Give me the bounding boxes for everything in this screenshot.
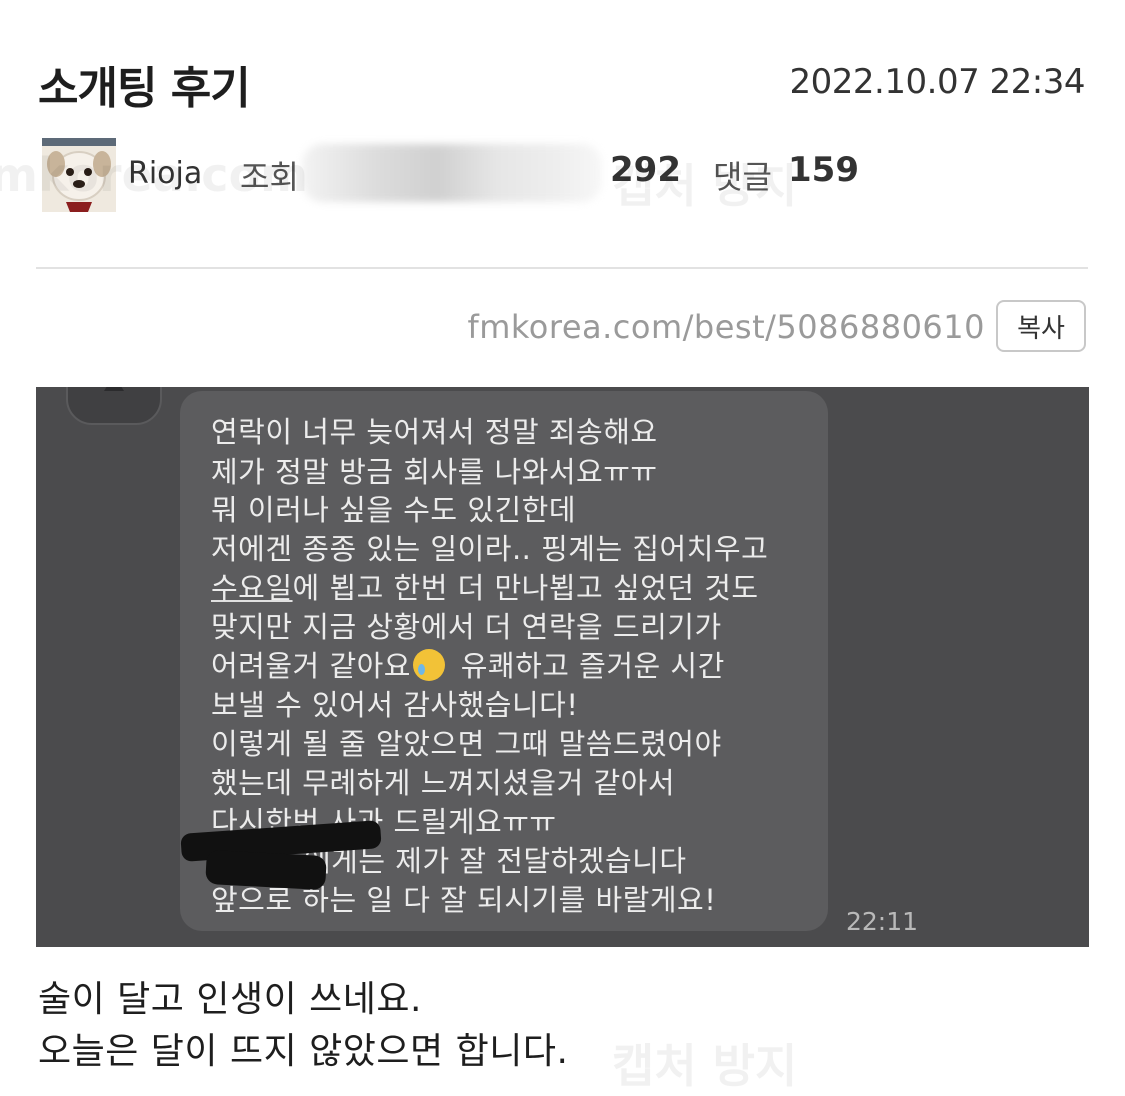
- chat-line: 제가 정말 방금 회사를 나와서요ㅠㅠ: [211, 455, 658, 489]
- chat-line: 뭐 이러나 싶을 수도 있긴한데: [211, 493, 577, 527]
- chat-line: 어려울거 같아요 유쾌하고 즐거운 시간: [211, 643, 725, 685]
- underlined-word: 수요일: [211, 571, 293, 605]
- blurred-region: [302, 144, 602, 202]
- chat-line: 수요일에 뵙고 한번 더 만나뵙고 싶었던 것도: [211, 565, 759, 607]
- chat-line-part: 유쾌하고 즐거운 시간: [460, 649, 725, 683]
- copy-button[interactable]: 복사: [996, 300, 1086, 352]
- redaction-mark: [205, 849, 327, 891]
- chat-line: 저에겐 종종 있는 일이라.. 핑계는 집어치우고: [211, 532, 769, 566]
- comments-label: 댓글: [713, 158, 772, 196]
- chat-timestamp: 22:11: [846, 907, 919, 936]
- post-meta: Rioja 조회 292 댓글 159: [40, 138, 1090, 214]
- chat-screenshot-image: 연락이 너무 늦어져서 정말 죄송해요 제가 정말 방금 회사를 나와서요ㅠㅠ …: [36, 387, 1089, 947]
- crying-face-emoji-icon: [412, 649, 445, 681]
- chat-line: 연락이 너무 늦어져서 정말 죄송해요: [211, 415, 658, 449]
- comments-count[interactable]: 159: [788, 150, 859, 190]
- post-date: 2022.10.07 22:34: [789, 62, 1086, 102]
- chat-line: 보낼 수 있어서 감사했습니다!: [211, 688, 579, 722]
- chat-line-part: 어려울거 같아요: [211, 649, 411, 683]
- chat-line: 맞지만 지금 상황에서 더 연락을 드리기가: [211, 610, 722, 644]
- post-body-line: 오늘은 달이 뜨지 않았으면 합니다.: [38, 1031, 569, 1072]
- recommend-count: 292: [610, 150, 681, 190]
- views-label: 조회: [240, 158, 299, 196]
- dog-avatar-icon[interactable]: [42, 138, 116, 212]
- post-url[interactable]: fmkorea.com/best/5086880610: [467, 308, 985, 346]
- author-name[interactable]: Rioja: [128, 156, 202, 191]
- divider: [36, 267, 1088, 269]
- contact-avatar-icon: [66, 387, 162, 425]
- post-title: 소개팅 후기: [38, 63, 251, 114]
- post-body-line: 술이 달고 인생이 쓰네요.: [38, 979, 422, 1020]
- chat-line: 이렇게 될 줄 알았으면 그때 말씀드렸어야: [211, 727, 722, 761]
- watermark: 캡처 방지: [612, 1039, 798, 1093]
- chat-line-rest: 에 뵙고 한번 더 만나뵙고 싶었던 것도: [292, 571, 759, 605]
- chat-line: 했는데 무례하게 느껴지셨을거 같아서: [211, 766, 676, 800]
